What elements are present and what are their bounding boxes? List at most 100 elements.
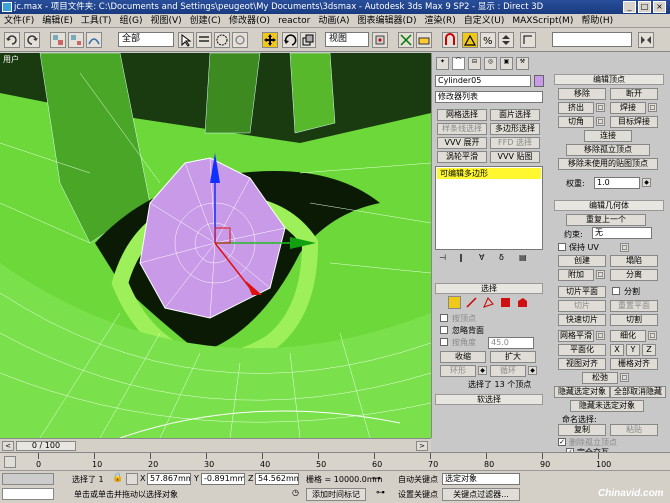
perspective-viewport[interactable]: 用户 — [0, 53, 431, 438]
z-coordinate-field[interactable]: 54.562mm — [255, 473, 299, 485]
named-selection-dropdown[interactable] — [552, 32, 632, 47]
maxscript-listener-field[interactable] — [2, 473, 54, 485]
undo-icon[interactable] — [4, 32, 20, 48]
hide-unselected-button[interactable]: 隐藏未选定对象 — [570, 400, 644, 412]
select-by-name-icon[interactable] — [196, 32, 212, 48]
mirror-icon[interactable] — [638, 32, 654, 48]
ring-spinner-icon[interactable]: ◆ — [478, 366, 487, 375]
spline-select-button[interactable]: 样条线选择 — [437, 123, 487, 135]
make-planar-button[interactable]: 平面化 — [558, 344, 606, 356]
set-key-icon[interactable]: ⊶ — [376, 488, 392, 500]
select-object-icon[interactable] — [178, 32, 194, 48]
attach-settings-icon[interactable]: □ — [596, 270, 605, 279]
key-filters-button[interactable]: 关键点过滤器... — [442, 488, 520, 501]
lock-icon[interactable]: 🔒 — [112, 473, 123, 485]
track-bar[interactable]: 0 10 20 30 40 50 60 70 80 90 100 — [0, 452, 670, 470]
attach-button[interactable]: 附加 — [558, 269, 594, 281]
modify-tab-icon[interactable]: ⌒ — [452, 57, 465, 70]
selection-rollout-header[interactable]: 选择 — [435, 283, 543, 294]
bind-space-warp-icon[interactable] — [86, 32, 102, 48]
reset-plane-button[interactable]: 重置平面 — [610, 300, 658, 312]
tessellate-settings-icon[interactable]: □ — [648, 331, 657, 340]
menu-graph-editors[interactable]: 图表编辑器(D) — [358, 16, 417, 26]
grid-align-button[interactable]: 栅格对齐 — [610, 358, 658, 370]
object-name-field[interactable]: Cylinder05 — [435, 75, 531, 87]
collapse-button[interactable]: 塌陷 — [610, 255, 658, 267]
edit-geometry-header[interactable]: 编辑几何体 — [554, 200, 664, 211]
x-coordinate-field[interactable]: 57.867mm — [147, 473, 191, 485]
spinner-snap-icon[interactable] — [498, 32, 514, 48]
select-and-scale-icon[interactable] — [300, 32, 316, 48]
weld-settings-icon[interactable]: □ — [648, 103, 657, 112]
menu-views[interactable]: 视图(V) — [150, 16, 181, 26]
extrude-button[interactable]: 挤出 — [558, 102, 594, 114]
uvw-map-button[interactable]: VVV 贴图 — [490, 151, 540, 163]
set-key-label[interactable]: 设置关键点 — [398, 489, 438, 500]
meshsmooth-settings-icon[interactable]: □ — [596, 331, 605, 340]
menu-modifiers[interactable]: 修改器(O) — [229, 16, 270, 26]
maximize-button[interactable]: □ — [638, 1, 651, 13]
by-angle-checkbox[interactable] — [440, 338, 448, 346]
detach-button[interactable]: 分离 — [610, 269, 658, 281]
menu-maxscript[interactable]: MAXScript(M) — [512, 16, 573, 26]
create-tab-icon[interactable]: ✦ — [436, 57, 449, 70]
select-and-move-icon[interactable] — [262, 32, 278, 48]
by-vertex-checkbox[interactable] — [440, 314, 448, 322]
object-color-swatch[interactable] — [534, 75, 544, 87]
stack-item[interactable]: 可编辑多边形 — [437, 168, 541, 179]
menu-group[interactable]: 组(G) — [119, 16, 142, 26]
selection-filter-dropdown[interactable]: 全部 — [118, 32, 174, 47]
mesh-select-button[interactable]: 网格选择 — [437, 109, 487, 121]
quickslice-button[interactable]: 快速切片 — [558, 314, 606, 326]
menu-customize[interactable]: 自定义(U) — [464, 16, 505, 26]
ffd-select-button[interactable]: FFD 选择 — [490, 137, 540, 149]
soft-selection-rollout-header[interactable]: 软选择 — [435, 394, 543, 405]
chamfer-settings-icon[interactable]: □ — [596, 117, 605, 126]
remove-modifier-icon[interactable]: δ — [499, 253, 504, 262]
border-mode-icon[interactable] — [482, 296, 495, 309]
polygon-mode-icon[interactable] — [499, 296, 512, 309]
time-slider-prev-icon[interactable]: < — [2, 441, 14, 451]
mini-curve-editor-icon[interactable] — [4, 456, 16, 468]
chamfer-button[interactable]: 切角 — [558, 116, 594, 128]
selection-region-icon[interactable] — [214, 32, 230, 48]
remove-button[interactable]: 移除 — [558, 88, 606, 100]
grow-button[interactable]: 扩大 — [490, 351, 536, 363]
select-and-rotate-icon[interactable] — [282, 32, 298, 48]
edit-vertices-header[interactable]: 编辑顶点 — [554, 74, 664, 85]
menu-reactor[interactable]: reactor — [278, 16, 310, 26]
slice-button[interactable]: 切片 — [558, 300, 606, 312]
redo-icon[interactable] — [24, 32, 40, 48]
relax-button[interactable]: 松弛 — [582, 372, 618, 384]
connect-button[interactable]: 连接 — [584, 130, 632, 142]
weight-field[interactable]: 1.0 — [594, 177, 640, 189]
key-icon[interactable]: ⊶ — [372, 474, 392, 484]
planar-y-button[interactable]: Y — [626, 344, 640, 356]
copy-button[interactable]: 复制 — [558, 424, 606, 436]
repeat-last-button[interactable]: 重复上一个 — [566, 214, 646, 226]
key-filter-dropdown[interactable]: 选定对象 — [442, 473, 520, 485]
cut-button[interactable]: 切割 — [610, 314, 658, 326]
vertex-mode-icon[interactable] — [448, 296, 461, 309]
remove-isolated-button[interactable]: 移除孤立顶点 — [566, 144, 650, 156]
shrink-button[interactable]: 收缩 — [440, 351, 486, 363]
hide-selected-button[interactable]: 隐藏选定对象 — [554, 386, 610, 398]
create-button[interactable]: 创建 — [558, 255, 606, 267]
utilities-tab-icon[interactable]: ⚒ — [516, 57, 529, 70]
menu-animation[interactable]: 动画(A) — [318, 16, 349, 26]
edit-named-selection-icon[interactable] — [520, 32, 536, 48]
pin-stack-icon[interactable]: ⊣ — [439, 253, 446, 262]
menu-edit[interactable]: 编辑(E) — [42, 16, 73, 26]
unlink-icon[interactable] — [68, 32, 84, 48]
absolute-mode-icon[interactable] — [126, 473, 138, 485]
select-and-manipulate-icon[interactable] — [398, 32, 414, 48]
time-slider-next-icon[interactable]: > — [416, 441, 428, 451]
select-and-link-icon[interactable] — [50, 32, 66, 48]
y-coordinate-field[interactable]: -0.891mm — [201, 473, 245, 485]
show-end-result-icon[interactable]: ‖ — [459, 253, 463, 262]
preserve-uv-checkbox[interactable] — [558, 243, 566, 251]
planar-x-button[interactable]: X — [610, 344, 624, 356]
close-button[interactable]: × — [653, 1, 666, 13]
break-button[interactable]: 断开 — [610, 88, 658, 100]
percent-snap-icon[interactable]: % — [480, 32, 496, 48]
